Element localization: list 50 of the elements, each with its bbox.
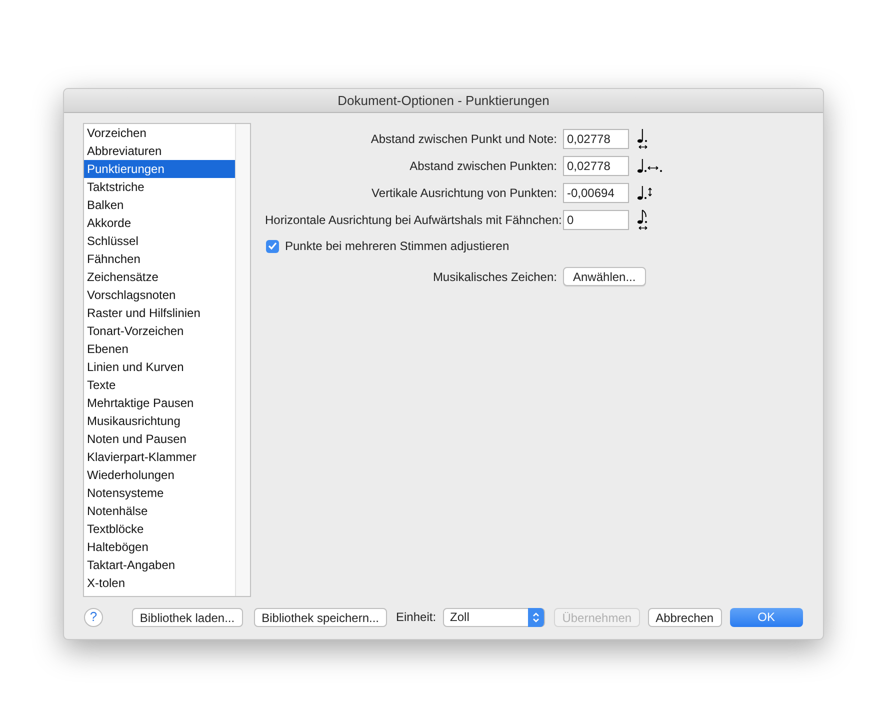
flagged-note-dot-icon [636,208,650,230]
field-label: Musikalisches Zeichen: [432,268,558,286]
sidebar-item[interactable]: Mehrtaktige Pausen [84,394,235,412]
sidebar-item[interactable]: Tonart-Vorzeichen [84,322,235,340]
input-field[interactable]: -0,00694 [563,182,629,202]
sidebar-item[interactable]: Musikausrichtung [84,412,235,430]
input-field[interactable]: 0 [563,210,629,230]
cancel-button[interactable]: Abbrechen [648,608,722,626]
field-label: Vertikale Ausrichtung von Punkten: [370,184,558,202]
sidebar-item[interactable]: Punktierungen [84,160,235,178]
sidebar-item[interactable]: Haltebögen [84,538,235,556]
sidebar-item[interactable]: Notensysteme [84,484,235,502]
sidebar-item[interactable]: Schlüssel [84,232,235,250]
load-library-button[interactable]: Bibliothek laden... [132,608,243,626]
sidebar-item[interactable]: Ebenen [84,340,235,358]
sidebar-item[interactable]: Akkorde [84,214,235,232]
sidebar-item[interactable]: Abbreviaturen [84,142,235,160]
sidebar-item[interactable]: X-tolen [84,574,235,592]
sidebar-item[interactable]: Texte [84,376,235,394]
chevron-updown-icon [532,612,540,622]
field-label: Abstand zwischen Punkt und Note: [370,130,558,148]
dotted-note-spacing-icon [636,158,664,174]
sidebar-item[interactable]: Taktstriche [84,178,235,196]
sidebar-item[interactable]: Balken [84,196,235,214]
window-title: Dokument-Optionen - Punktierungen [338,92,550,110]
sidebar-item[interactable]: Zeichensätze [84,268,235,286]
help-button[interactable]: ? [84,608,103,626]
sidebar-item[interactable]: Fähnchen [84,250,235,268]
input-field[interactable]: 0,02778 [563,128,629,148]
sidebar-item[interactable]: Noten und Pausen [84,430,235,448]
sidebar-item[interactable]: Vorzeichen [84,124,235,142]
field-label: Horizontale Ausrichtung bei Aufwärtshals mit Fähnchen: [265,212,563,228]
checkbox-label: Punkte bei mehreren Stimmen adjustieren [285,238,510,255]
sidebar-item[interactable]: Raster und Hilfslinien [84,304,235,322]
checkmark-icon [268,242,277,250]
sidebar-item[interactable]: Wiederholungen [84,466,235,484]
note-dot-spacing-icon [636,128,650,150]
unit-dropdown[interactable]: Zoll [443,608,546,626]
sidebar-item[interactable]: Textblöcke [84,520,235,538]
unit-label: Einheit: [396,609,436,626]
field-label: Abstand zwischen Punkten: [408,158,558,174]
sidebar-item[interactable]: Notenhälse [84,502,235,520]
sidebar-item[interactable]: Vorschlagsnoten [84,286,235,304]
input-field[interactable]: 0,02778 [563,156,629,176]
sidebar-item[interactable]: Taktart-Angaben [84,556,235,574]
sidebar-item[interactable]: Klavierpart-Klammer [84,448,235,466]
checkbox[interactable] [266,240,279,252]
select-button[interactable]: Anwählen... [563,267,646,286]
sidebar-item[interactable]: Linien und Kurven [84,358,235,376]
save-library-button[interactable]: Bibliothek speichern... [254,608,387,626]
